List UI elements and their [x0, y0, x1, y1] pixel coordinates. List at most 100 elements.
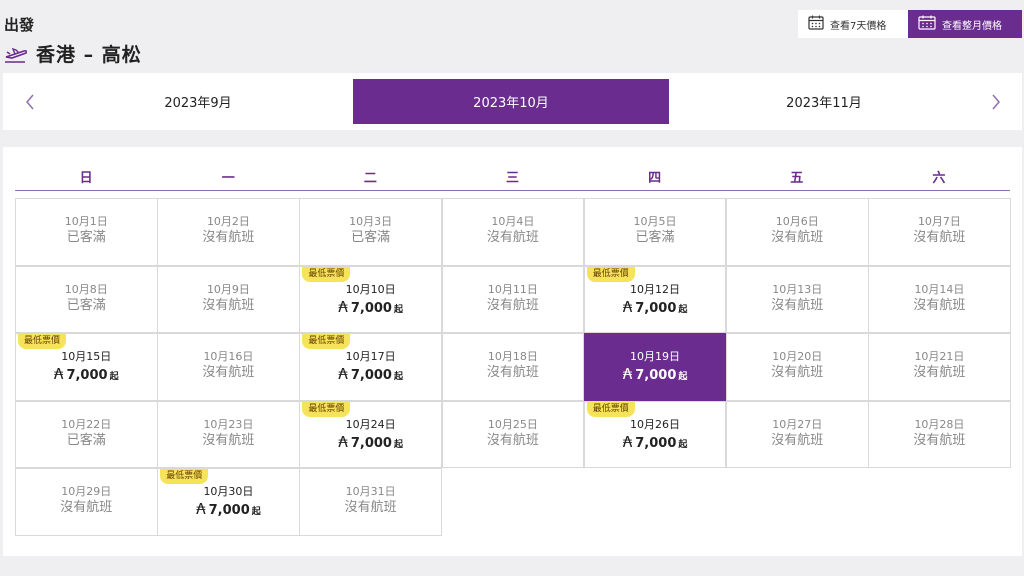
calendar-day[interactable]: 10月1日已客滿 [15, 198, 158, 266]
weekday-header: 日 一 二 三 四 五 六 [15, 167, 1010, 191]
day-date: 10月13日 [772, 282, 823, 296]
currency-icon: ₳ [622, 432, 633, 451]
calendar-day[interactable]: 10月9日 沒有航班 [157, 265, 300, 333]
day-date: 10月4日 [491, 215, 535, 228]
day-status: 沒有航班 [771, 432, 824, 448]
weekday-fri: 五 [790, 171, 804, 186]
day-status: 沒有航班 [486, 432, 539, 448]
calendar-day[interactable]: 10月8日 已客滿 [15, 265, 158, 333]
day-date: 10月1日 [64, 215, 108, 228]
day-status: 已客滿 [635, 230, 675, 245]
day-price: ₳ 7,000 起 [585, 364, 726, 387]
view-month-label: 查看整月價格 [942, 20, 1002, 32]
calendar-day[interactable]: 最低票價 10月17日 ₳ 7,000 起 [299, 333, 442, 401]
calendar-day[interactable]: 10月14日 沒有航班 [868, 265, 1011, 333]
day-date: 10月14日 [914, 282, 965, 296]
calendar-day[interactable]: 10月27日 沒有航班 [726, 400, 869, 468]
price-amount: 7,000 [208, 503, 250, 518]
page-header: 出發 香港 – 高松 查看7天價格 查看整月價格 [0, 0, 1024, 72]
day-date: 10月9日 [206, 282, 250, 296]
day-status: 沒有航班 [486, 297, 539, 313]
calendar-day[interactable]: 10月29日 沒有航班 [15, 468, 158, 536]
calendar-day[interactable]: 10月23日 沒有航班 [157, 400, 300, 468]
day-date: 10月17日 [345, 350, 396, 363]
day-status: 沒有航班 [202, 297, 255, 313]
calendar-day[interactable]: 10月11日 沒有航班 [441, 265, 585, 333]
currency-icon: ₳ [196, 500, 206, 518]
day-status: 沒有航班 [60, 500, 113, 515]
day-status: 沒有航班 [202, 432, 255, 448]
day-date: 10月28日 [914, 417, 965, 431]
calendar-day[interactable]: 10月13日 沒有航班 [726, 265, 869, 333]
calendar-day[interactable]: 10月19日 ₳ 7,000 起 [583, 333, 727, 401]
month-tab-next[interactable]: 2023年11月 [669, 79, 979, 124]
day-price: ₳ 7,000 起 [300, 364, 441, 387]
weekday-tue: 二 [363, 171, 377, 186]
day-date: 10月20日 [772, 350, 823, 363]
calendar-day[interactable]: 10月4日沒有航班 [441, 198, 585, 266]
day-status: 沒有航班 [913, 432, 966, 448]
month-tab-current[interactable]: 2023年10月 [353, 79, 669, 124]
lowest-fare-badge: 最低票價 [302, 334, 351, 349]
day-status: 已客滿 [66, 230, 106, 245]
price-from-suffix: 起 [109, 372, 119, 382]
day-status: 沒有航班 [913, 230, 966, 245]
calendar-day[interactable]: 10月22日 已客滿 [15, 400, 158, 468]
weekday-sat: 六 [932, 171, 946, 186]
calendar-day[interactable]: 10月25日 沒有航班 [441, 400, 585, 468]
calendar-day[interactable]: 10月3日 已客滿 [299, 198, 442, 266]
day-status: 沒有航班 [486, 365, 539, 380]
day-date: 10月15日 [61, 350, 112, 363]
calendar-day[interactable]: 最低票價 10月10日 ₳ 7,000 起 [299, 265, 442, 333]
weekday-thu: 四 [648, 171, 662, 186]
weekday-wed: 三 [505, 171, 519, 186]
price-from-suffix: 起 [393, 439, 403, 450]
calendar-day[interactable]: 10月28日 沒有航班 [868, 400, 1011, 468]
calendar-day[interactable]: 10月31日 沒有航班 [299, 468, 442, 536]
currency-icon: ₳ [338, 365, 348, 383]
view-month-button[interactable]: 查看整月價格 [908, 10, 1022, 38]
calendar-day[interactable]: 10月7日 沒有航班 [868, 198, 1011, 266]
calendar-day[interactable]: 最低票價 10月24日 ₳ 7,000 起 [299, 400, 442, 468]
day-date: 10月18日 [487, 350, 538, 363]
calendar-day[interactable]: 最低票價 10月12日 ₳ 7,000 起 [583, 265, 727, 333]
calendar-day[interactable]: 10月21日 沒有航班 [868, 333, 1011, 401]
depart-label: 出發 [4, 16, 35, 34]
calendar-icon [808, 15, 830, 33]
price-amount: 7,000 [350, 368, 392, 383]
calendar-day[interactable]: 10月2日 沒有航班 [157, 198, 300, 266]
day-status: 沒有航班 [486, 230, 539, 245]
price-amount: 7,000 [66, 368, 108, 383]
weekday-sun: 日 [79, 171, 93, 186]
price-from-suffix: 起 [393, 372, 403, 382]
calendar-day[interactable]: 最低票價 10月30日 ₳ 7,000 起 [157, 468, 300, 536]
day-status: 沒有航班 [771, 297, 824, 313]
day-date: 10月12日 [630, 282, 681, 296]
weekday-mon: 一 [221, 171, 235, 186]
lowest-fare-badge: 最低票價 [586, 266, 635, 282]
currency-icon: ₳ [622, 365, 633, 383]
calendar-day[interactable]: 最低票價 10月15日 ₳ 7,000 起 [15, 333, 158, 401]
day-date: 10月24日 [345, 417, 396, 431]
calendar-day[interactable]: 10月16日 沒有航班 [157, 333, 300, 401]
calendar-day[interactable]: 10月6日 沒有航班 [726, 198, 869, 266]
day-status: 已客滿 [66, 297, 106, 313]
price-from-suffix: 起 [393, 304, 403, 315]
day-date: 10月26日 [630, 417, 681, 431]
price-from-suffix: 起 [678, 439, 688, 450]
calendar-day[interactable]: 10月18日 沒有航班 [441, 333, 585, 401]
calendar-day[interactable]: 10月5日 已客滿 [583, 198, 727, 266]
day-date: 10月27日 [772, 417, 823, 431]
chevron-left-icon[interactable] [23, 93, 39, 111]
view-week-button[interactable]: 查看7天價格 [798, 10, 908, 38]
day-status: 已客滿 [66, 432, 106, 448]
day-date: 10月10日 [345, 282, 396, 296]
calendar-day[interactable]: 10月20日 沒有航班 [726, 333, 869, 401]
calendar-day[interactable]: 最低票價 10月26日 ₳ 7,000 起 [583, 400, 727, 468]
day-date: 10月21日 [914, 350, 965, 363]
chevron-right-icon[interactable] [987, 93, 1003, 111]
price-amount: 7,000 [350, 300, 392, 316]
price-from-suffix: 起 [251, 507, 261, 517]
currency-icon: ₳ [338, 432, 348, 451]
month-tab-prev[interactable]: 2023年9月 [43, 79, 353, 124]
